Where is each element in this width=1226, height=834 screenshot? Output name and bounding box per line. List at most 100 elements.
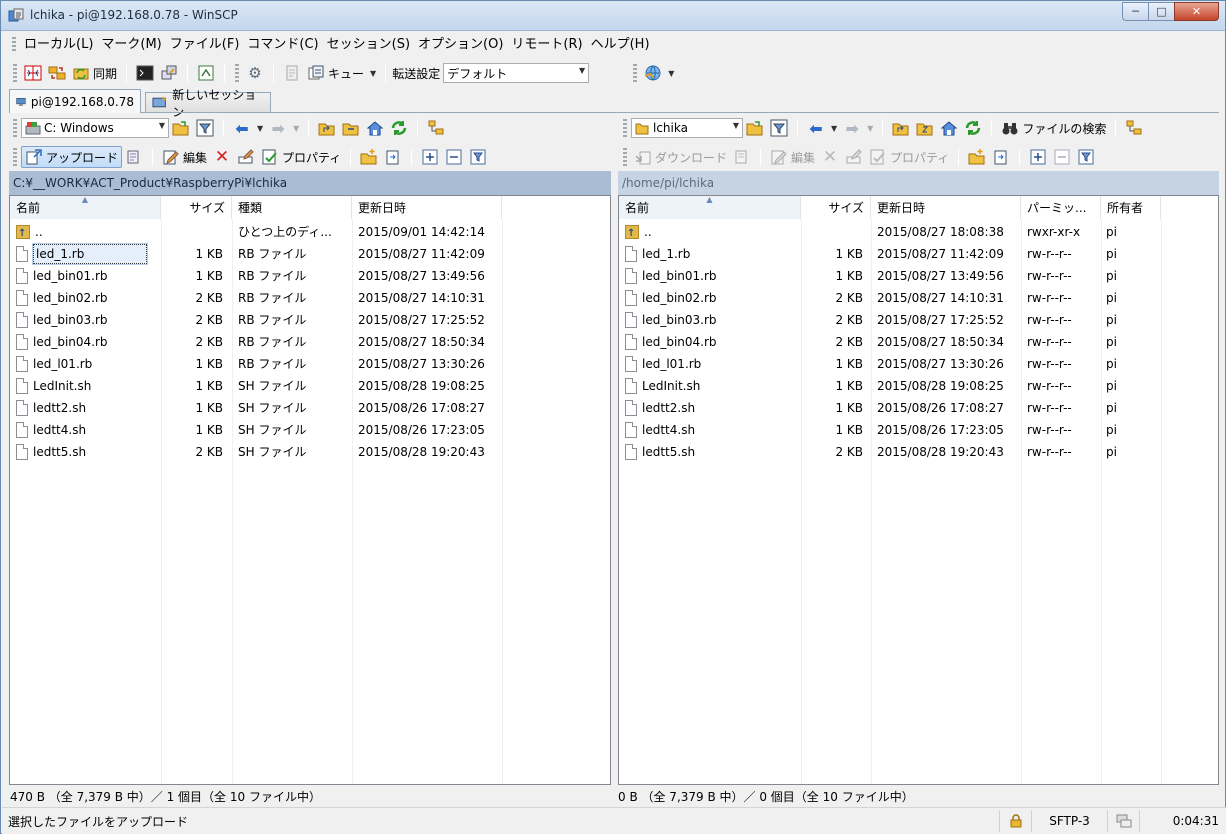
menu-remote[interactable]: リモート(R) (507, 34, 586, 56)
menu-command[interactable]: コマンド(C) (243, 34, 322, 56)
delete-icon[interactable]: ✕ (821, 147, 839, 167)
refresh-icon[interactable] (964, 119, 982, 137)
forward-dropdown-arrow[interactable]: ▼ (867, 124, 873, 133)
gear-icon[interactable]: ⚙ (246, 64, 264, 82)
back-arrow-icon[interactable]: ⬅ (233, 119, 251, 138)
table-row[interactable]: ledtt2.sh 1 KB SH ファイル 2015/08/26 17:08:27 (10, 397, 610, 419)
toolbar-grip[interactable] (12, 37, 16, 53)
filter-select-icon[interactable] (469, 148, 487, 166)
remote-file-list[interactable]: ▲ 名前 サイズ 更新日時 パーミッ... 所有者 .. 2015/08/27 1… (618, 195, 1219, 785)
close-button[interactable]: ✕ (1174, 2, 1219, 21)
table-row[interactable]: ledtt2.sh 1 KB 2015/08/26 17:08:27 rw-r--r-… (619, 397, 1218, 419)
unselect-icon[interactable] (1053, 148, 1071, 166)
terminal-icon[interactable] (136, 64, 154, 82)
root-directory-icon[interactable] (342, 119, 360, 137)
unselect-icon[interactable] (445, 148, 463, 166)
table-row[interactable]: .. ひとつ上のディ... 2015/09/01 14:42:14 (10, 221, 610, 243)
table-row[interactable]: ledtt5.sh 2 KB SH ファイル 2015/08/28 19:20:43 (10, 441, 610, 463)
download-icon[interactable] (634, 148, 652, 166)
network-globe-icon[interactable] (644, 64, 662, 82)
edit-button[interactable]: 編集 (183, 149, 207, 166)
properties-button[interactable]: プロパティ (890, 149, 949, 166)
menu-mark[interactable]: マーク(M) (97, 34, 165, 56)
back-dropdown-arrow[interactable]: ▼ (831, 124, 837, 133)
maximize-button[interactable]: □ (1148, 2, 1175, 21)
table-row[interactable]: ledtt4.sh 1 KB 2015/08/26 17:23:05 rw-r--r-… (619, 419, 1218, 441)
forward-arrow-icon[interactable]: ➡ (843, 119, 861, 138)
table-row[interactable]: LedInit.sh 1 KB 2015/08/28 19:08:25 rw-r--r… (619, 375, 1218, 397)
upload-button[interactable]: アップロード (21, 146, 123, 168)
rename-icon[interactable] (237, 148, 255, 166)
remote-directory-select[interactable]: lchika ▼ (631, 118, 743, 138)
table-row[interactable]: .. 2015/08/27 18:08:38 rwxr-xr-x pi (619, 221, 1218, 243)
table-row[interactable]: LedInit.sh 1 KB SH ファイル 2015/08/28 19:08:25 (10, 375, 610, 397)
computer-icon[interactable] (197, 64, 215, 82)
queue-dropdown-arrow[interactable]: ▼ (370, 69, 376, 78)
network-status-icon[interactable] (1107, 810, 1139, 832)
table-row[interactable]: led_bin03.rb 2 KB 2015/08/27 17:25:52 rw-r-… (619, 309, 1218, 331)
open-directory-icon[interactable] (172, 119, 190, 137)
find-files-button[interactable]: ファイルの検索 (1022, 120, 1106, 137)
properties-button[interactable]: プロパティ (282, 149, 341, 166)
local-col-modified[interactable]: 更新日時 (352, 196, 502, 219)
open-directory-icon[interactable] (746, 119, 764, 137)
forward-arrow-icon[interactable]: ➡ (269, 119, 287, 138)
select-all-icon[interactable] (421, 148, 439, 166)
queue-disabled-icon[interactable] (283, 64, 301, 82)
menu-local[interactable]: ローカル(L) (20, 34, 97, 56)
edit-button[interactable]: 編集 (791, 149, 815, 166)
remote-col-size[interactable]: サイズ (801, 196, 871, 219)
select-all-icon[interactable] (1029, 148, 1047, 166)
menu-help[interactable]: ヘルプ(H) (587, 34, 654, 56)
table-row[interactable]: led_bin02.rb 2 KB 2015/08/27 14:10:31 rw-r-… (619, 287, 1218, 309)
parent-directory-icon[interactable] (892, 119, 910, 137)
protocol-indicator[interactable]: SFTP-3 (1031, 810, 1107, 832)
toolbar-grip[interactable] (13, 119, 17, 137)
home-icon[interactable] (940, 119, 958, 137)
table-row[interactable]: led_bin01.rb 1 KB 2015/08/27 13:49:56 rw-r-… (619, 265, 1218, 287)
menu-session[interactable]: セッション(S) (323, 34, 414, 56)
tree-view-icon[interactable] (427, 119, 445, 137)
local-drive-select[interactable]: C: Windows ▼ (21, 118, 169, 138)
synchronize-browsing-icon[interactable] (48, 64, 66, 82)
table-row[interactable]: led_bin04.rb 2 KB 2015/08/27 18:50:34 rw-r-… (619, 331, 1218, 353)
panel-splitter[interactable] (611, 171, 618, 785)
table-row[interactable]: led_bin02.rb 2 KB RB ファイル 2015/08/27 14:10:… (10, 287, 610, 309)
properties-icon[interactable] (261, 148, 279, 166)
refresh-icon[interactable] (390, 119, 408, 137)
menu-file[interactable]: ファイル(F) (166, 34, 244, 56)
forward-dropdown-arrow[interactable]: ▼ (293, 124, 299, 133)
globe-dropdown-arrow[interactable]: ▼ (668, 69, 674, 78)
remote-col-modified[interactable]: 更新日時 (871, 196, 1021, 219)
table-row[interactable]: led_bin04.rb 2 KB RB ファイル 2015/08/27 18:50:… (10, 331, 610, 353)
filter-select-icon[interactable] (1077, 148, 1095, 166)
root-directory-icon[interactable] (916, 119, 934, 137)
table-row[interactable]: led_1.rb 1 KB 2015/08/27 11:42:09 rw-r--r--… (619, 243, 1218, 265)
putty-icon[interactable] (160, 64, 178, 82)
home-icon[interactable] (366, 119, 384, 137)
rename-icon[interactable] (845, 148, 863, 166)
table-row[interactable]: ledtt5.sh 2 KB 2015/08/28 19:20:43 rw-r--r-… (619, 441, 1218, 463)
new-file-icon[interactable] (992, 148, 1010, 166)
toolbar-grip[interactable] (623, 148, 627, 166)
remote-col-name[interactable]: ▲ 名前 (619, 196, 801, 219)
local-file-list[interactable]: ▲ 名前 サイズ 種類 更新日時 .. ひとつ上のディ... 2015/09/01 … (9, 195, 611, 785)
table-row[interactable]: ledtt4.sh 1 KB SH ファイル 2015/08/26 17:23:05 (10, 419, 610, 441)
queue-button[interactable]: キュー (328, 65, 364, 82)
properties-icon[interactable] (869, 148, 887, 166)
synchronize-icon[interactable] (72, 64, 90, 82)
parent-directory-icon[interactable] (318, 119, 336, 137)
menu-options[interactable]: オプション(O) (414, 34, 507, 56)
new-file-icon[interactable] (384, 148, 402, 166)
toolbar-grip[interactable] (235, 64, 240, 82)
table-row[interactable]: led_l01.rb 1 KB RB ファイル 2015/08/27 13:30:26 (10, 353, 610, 375)
local-col-size[interactable]: サイズ (161, 196, 232, 219)
toolbar-grip[interactable] (13, 64, 17, 82)
table-row[interactable]: led_l01.rb 1 KB 2015/08/27 13:30:26 rw-r--r… (619, 353, 1218, 375)
synchronize-button[interactable]: 同期 (93, 65, 117, 82)
toolbar-grip[interactable] (623, 119, 627, 137)
edit-icon[interactable] (162, 148, 180, 166)
table-row[interactable]: led_bin03.rb 2 KB RB ファイル 2015/08/27 17:25:… (10, 309, 610, 331)
remote-col-owner[interactable]: 所有者 (1101, 196, 1161, 219)
local-col-name[interactable]: ▲ 名前 (10, 196, 161, 219)
